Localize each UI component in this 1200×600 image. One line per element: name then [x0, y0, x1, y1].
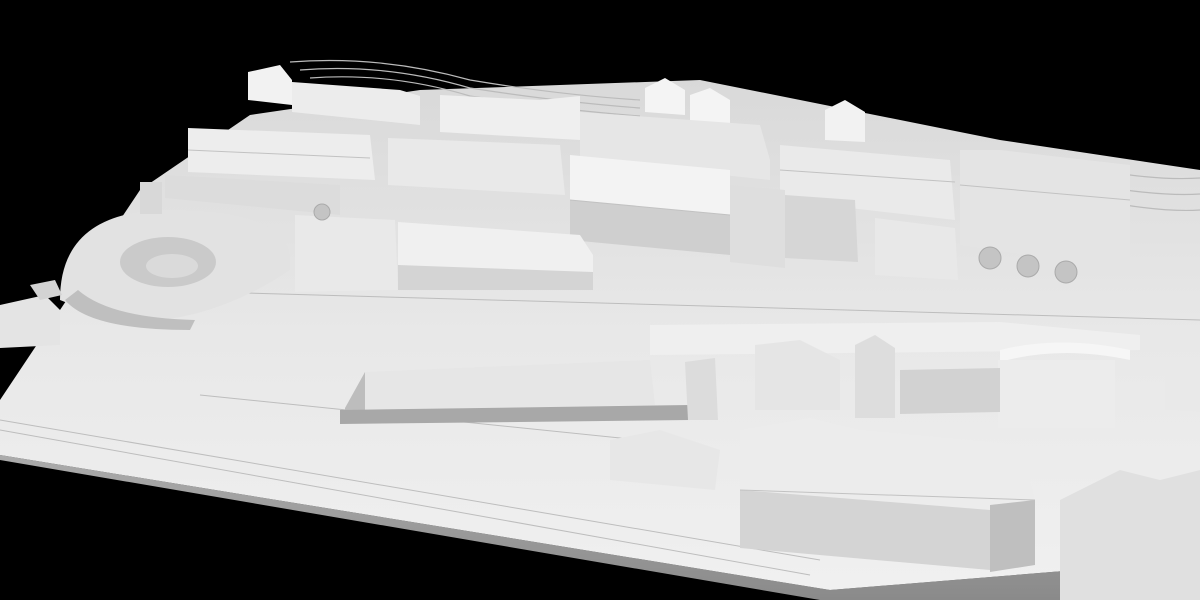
building — [785, 195, 858, 262]
tree — [1016, 254, 1040, 278]
tree — [1054, 260, 1078, 284]
connector — [900, 368, 1000, 414]
model-scene — [0, 0, 1200, 600]
tree — [313, 203, 331, 221]
large-block-side — [990, 500, 1035, 572]
rotunda — [998, 360, 1115, 428]
building — [388, 138, 565, 195]
building — [1060, 470, 1200, 600]
tree — [978, 246, 1002, 270]
clock-tower — [855, 335, 895, 418]
amphitheater-stage — [146, 254, 198, 278]
building — [730, 185, 785, 268]
building — [875, 218, 958, 280]
building — [295, 215, 398, 292]
tower-block — [685, 358, 718, 420]
tower — [140, 182, 162, 214]
architectural-model-photo — [0, 0, 1200, 600]
